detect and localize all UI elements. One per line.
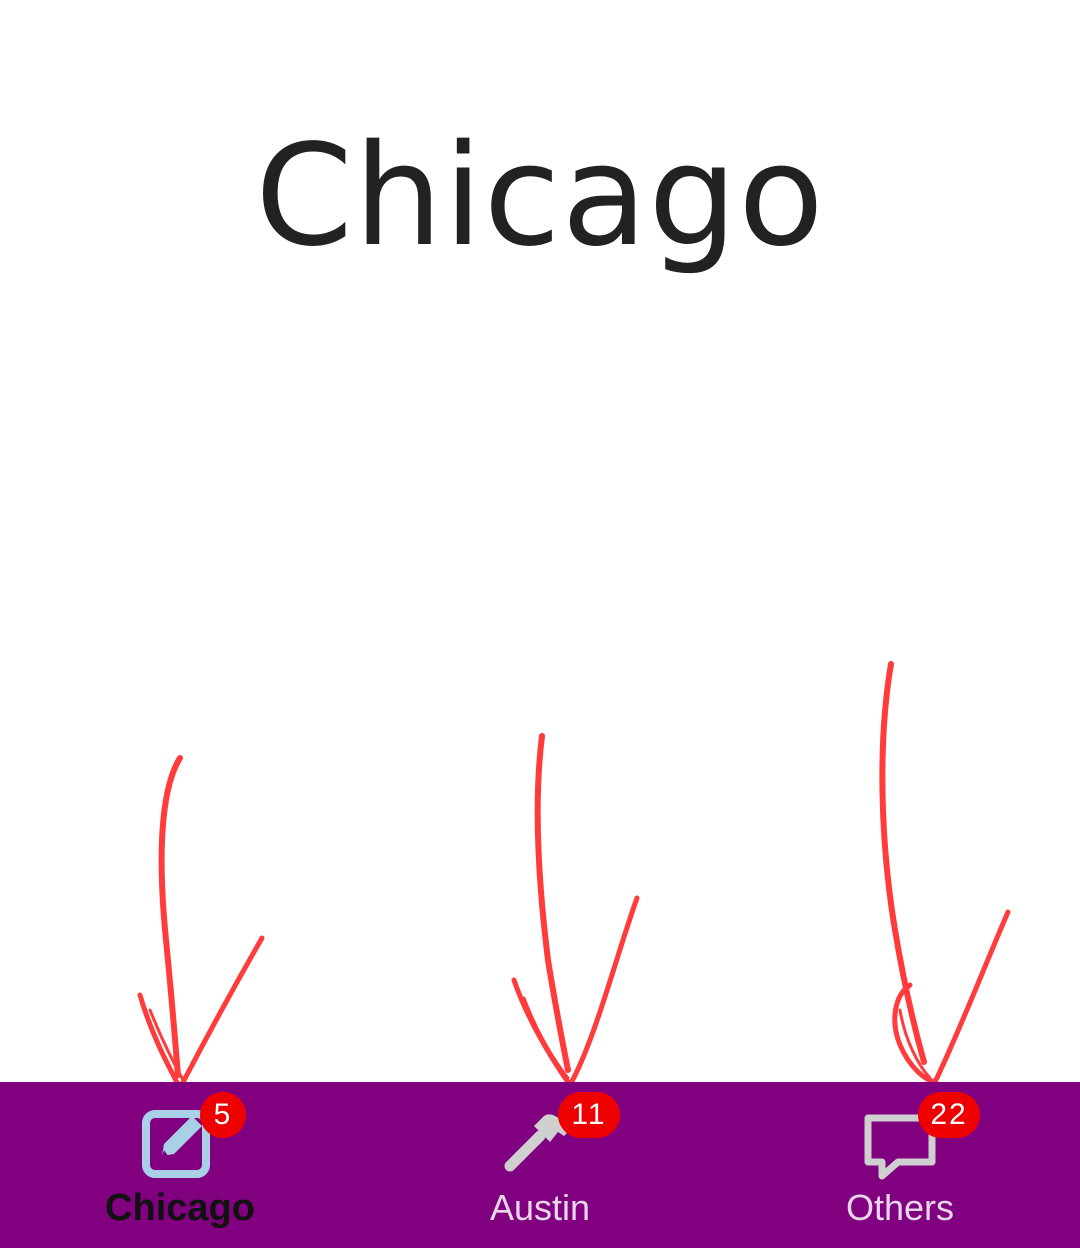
notification-badge-austin: 11 — [558, 1092, 620, 1138]
annotation-arrow-chicago — [137, 755, 265, 1091]
page-title: Chicago — [255, 115, 825, 278]
bottom-navigation-bar: Chicago Austin Others — [0, 1082, 1080, 1248]
annotation-arrow-austin — [511, 733, 640, 1088]
tab-chicago[interactable]: Chicago — [0, 1082, 360, 1248]
tab-austin[interactable]: Austin — [360, 1082, 720, 1248]
notification-badge-others: 22 — [918, 1092, 980, 1138]
tab-label: Others — [845, 1187, 955, 1228]
annotation-arrow-others — [879, 661, 1011, 1085]
tab-label: Chicago — [105, 1187, 255, 1229]
tab-others[interactable]: Others — [720, 1082, 1080, 1248]
tab-label: Austin — [489, 1187, 591, 1228]
notification-badge-chicago: 5 — [200, 1092, 246, 1138]
